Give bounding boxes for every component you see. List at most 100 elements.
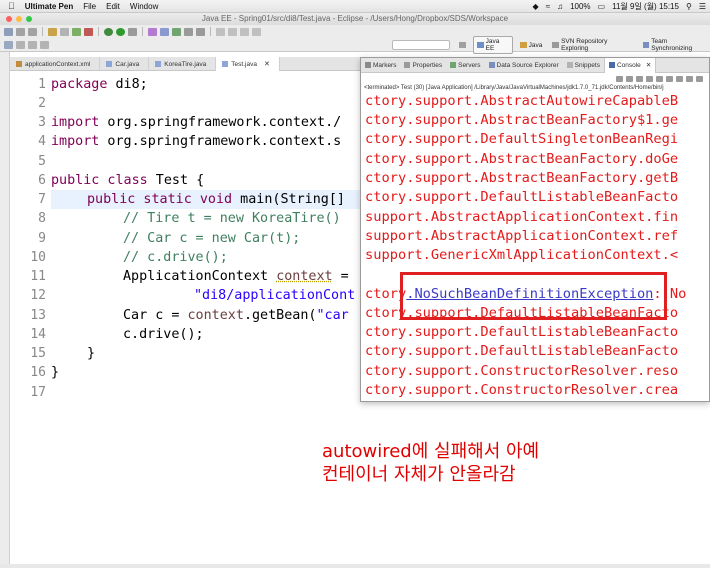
battery-icon[interactable]: ▭ [598,2,606,11]
code-variable: context [276,269,333,284]
next-annotation-icon[interactable] [228,27,237,36]
tab-snippets[interactable]: Snippets [563,58,604,73]
team-sync-icon [642,42,650,48]
line-number: 16 [30,365,46,380]
menu-app-name[interactable]: Ultimate Pen [25,2,73,11]
tab-label: applicationContext.xml [25,60,91,68]
apple-menu-icon[interactable]:  [8,1,15,11]
close-tab-icon[interactable]: ✕ [646,61,651,69]
block-selection-icon[interactable] [40,40,49,49]
scroll-lock-icon[interactable] [646,75,653,82]
tab-application-context-xml[interactable]: applicationContext.xml [10,57,101,71]
code-text: Car c = [123,308,188,323]
tab-servers[interactable]: Servers [446,58,484,73]
tab-console[interactable]: Console ✕ [603,58,657,73]
perspective-switcher: Java EE Java SVN Repository Exploring Te… [456,36,710,54]
tab-test-java[interactable]: Test.java ✕ [216,57,280,71]
pin-console-icon[interactable] [656,75,663,82]
code-string: "di8/applicationCont [194,288,356,303]
remove-all-terminated-icon[interactable] [626,75,633,82]
line-number: 12 [30,288,46,303]
zoom-window-icon[interactable] [26,16,32,22]
code-line: public class Test { [51,171,204,190]
clear-console-icon[interactable] [636,75,643,82]
terminate-icon[interactable] [84,27,93,36]
quick-access-input[interactable] [392,40,450,50]
tab-markers[interactable]: Markers [361,58,400,73]
line-number: 14 [30,327,46,342]
remove-launch-icon[interactable] [616,75,623,82]
line-number: 11 [30,269,46,284]
console-line: support.AbstractApplicationContext.fin [365,209,679,225]
open-resource-icon[interactable] [184,27,193,36]
open-perspective-button[interactable] [456,41,469,49]
debug-icon[interactable] [104,27,113,36]
new-icon[interactable] [4,27,13,36]
perspective-java[interactable]: Java [517,41,546,50]
notification-center-icon[interactable]: ☰ [699,2,706,11]
line-number: 1 [38,77,46,92]
toggle-mark-icon[interactable] [16,40,25,49]
pin-editor-icon[interactable] [4,40,13,49]
menubar-clock[interactable]: 11월 9일 (월) 15:15 [612,1,679,12]
minimize-window-icon[interactable] [16,16,22,22]
code-text: .getBean( [243,308,317,323]
tab-label: Servers [458,61,481,69]
new-package-icon[interactable] [160,27,169,36]
java-file-icon [106,61,113,67]
tab-label: Car.java [115,60,140,68]
perspective-java-ee[interactable]: Java EE [473,36,513,54]
menu-edit[interactable]: Edit [106,2,120,11]
menu-window[interactable]: Window [130,2,158,11]
build-icon[interactable] [48,27,57,36]
tab-properties[interactable]: Properties [400,58,446,73]
maximize-icon[interactable] [696,75,703,82]
open-console-icon[interactable] [676,75,683,82]
new-java-project-icon[interactable] [148,27,157,36]
prev-annotation-icon[interactable] [216,27,225,36]
line-number-ruler: 1 2 3 4 5 6 7 8 9 10 11 12 13 14 15 16 1… [10,72,52,568]
dropbox-icon[interactable]: ◆ [533,2,539,11]
search-toolbar-icon[interactable] [196,27,205,36]
spotlight-icon[interactable]: ⚲ [686,2,692,11]
xml-file-icon [16,61,22,67]
open-type-icon[interactable] [60,27,69,36]
server-icon[interactable] [72,27,81,36]
code-text: = [332,269,349,284]
menu-file[interactable]: File [83,2,96,11]
run-icon[interactable] [116,27,125,36]
console-line: support.AbstractApplicationContext.ref [365,228,679,244]
save-icon[interactable] [16,27,25,36]
status-bar [0,564,710,568]
minimize-icon[interactable] [686,75,693,82]
code-line: } [87,346,96,361]
show-whitespace-icon[interactable] [28,40,37,49]
save-all-icon[interactable] [28,27,37,36]
annotation-line-2: 컨테이너 자체가 안올라감 [322,464,516,485]
code-keyword: public class [51,173,148,188]
display-console-icon[interactable] [666,75,673,82]
console-line: ctory.support.AbstractAutowireCapableB [365,93,679,109]
close-tab-icon[interactable]: ✕ [264,60,270,68]
wifi-icon[interactable]: ≈ [546,2,550,11]
code-line-current: public static void main(String[] [51,190,370,209]
volume-icon[interactable]: ♫ [557,2,563,11]
tab-data-source-explorer[interactable]: Data Source Explorer [485,58,563,73]
perspective-team-sync[interactable]: Team Synchronizing [640,37,710,53]
code-string: "car [316,308,349,323]
console-line: ctory.support.DefaultListableBeanFacto [365,189,679,205]
close-window-icon[interactable] [6,16,12,22]
code-text: org.springframework.context./ [99,115,342,130]
perspective-svn[interactable]: SVN Repository Exploring [549,37,635,53]
tab-car-java[interactable]: Car.java [100,57,150,71]
forward-icon[interactable] [252,27,261,36]
back-icon[interactable] [240,27,249,36]
tab-korea-tire-java[interactable]: KoreaTire.java [149,57,217,71]
new-class-icon[interactable] [172,27,181,36]
left-trim-bar [0,52,10,568]
perspective-label: Java EE [485,38,500,52]
java-file-icon [155,61,162,67]
code-comment: // Car c = new Car(t); [123,231,301,246]
console-view: Markers Properties Servers Data Source E… [360,57,710,402]
external-tools-icon[interactable] [128,27,137,36]
